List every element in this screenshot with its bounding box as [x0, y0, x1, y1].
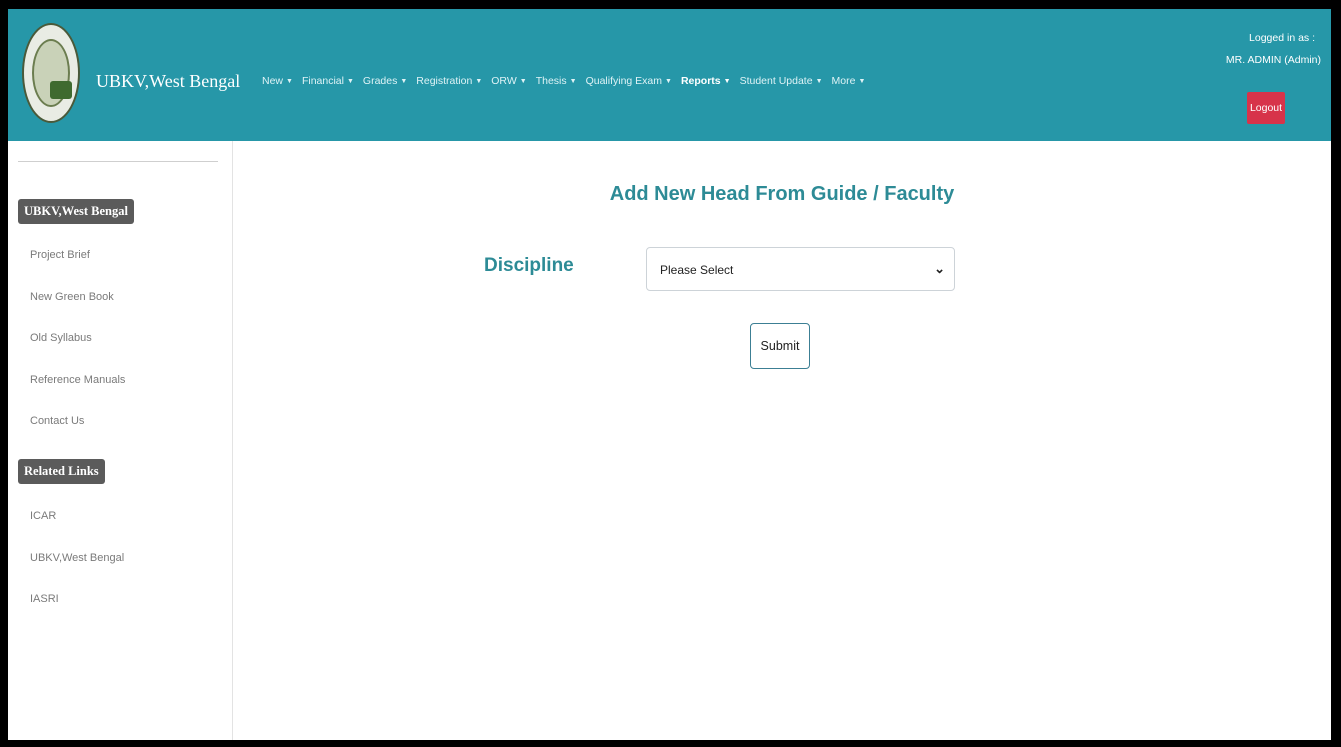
user-name: MR. ADMIN (Admin) [1225, 54, 1321, 66]
dropdown-caret-icon: ▼ [723, 78, 731, 85]
dropdown-caret-icon: ▼ [346, 78, 354, 85]
university-logo[interactable] [22, 23, 80, 123]
discipline-label: Discipline [484, 255, 574, 276]
logo-emblem [32, 39, 72, 107]
dropdown-caret-icon: ▼ [815, 78, 823, 85]
user-info: Logged in as : MR. ADMIN (Admin) [1226, 31, 1321, 67]
sidebar-item-ubkv[interactable]: UBKV,West Bengal [30, 552, 124, 564]
sidebar-divider [18, 161, 218, 162]
discipline-select-value: Please Select [660, 263, 734, 277]
logged-in-label: Logged in as : [1249, 32, 1315, 44]
nav-item-new[interactable]: New ▼ [262, 75, 293, 87]
sidebar-item-new-green-book[interactable]: New Green Book [30, 291, 114, 303]
nav-item-registration[interactable]: Registration ▼ [416, 75, 482, 87]
nav-item-qualifying-exam[interactable]: Qualifying Exam ▼ [586, 75, 672, 87]
sidebar-heading-ubkv: UBKV,West Bengal [18, 199, 134, 224]
discipline-select[interactable]: Please Select ⌄ [646, 247, 955, 291]
sidebar-heading-related-links: Related Links [18, 459, 105, 484]
sidebar-item-project-brief[interactable]: Project Brief [30, 249, 90, 261]
dropdown-caret-icon: ▼ [858, 78, 866, 85]
sidebar-item-reference-manuals[interactable]: Reference Manuals [30, 374, 125, 386]
chevron-down-icon: ⌄ [934, 261, 945, 276]
page-title: Add New Head From Guide / Faculty [609, 183, 955, 205]
dropdown-caret-icon: ▼ [569, 78, 577, 85]
main-content: Add New Head From Guide / Faculty Discip… [233, 141, 1331, 740]
dropdown-caret-icon: ▼ [665, 78, 672, 85]
dropdown-caret-icon: ▼ [400, 78, 408, 85]
sidebar: UBKV,West Bengal Project Brief New Green… [8, 141, 233, 740]
nav-item-reports[interactable]: Reports ▼ [681, 75, 731, 87]
main-nav: New ▼ Financial ▼ Grades ▼ Registration ▼ OR… [262, 75, 865, 87]
nav-item-grades[interactable]: Grades ▼ [363, 75, 407, 87]
app-window: UBKV,West Bengal New ▼ Financial ▼ Grades ▼… [8, 9, 1331, 740]
nav-item-thesis[interactable]: Thesis ▼ [536, 75, 577, 87]
sidebar-item-contact-us[interactable]: Contact Us [30, 415, 84, 427]
sidebar-item-icar[interactable]: ICAR [30, 510, 56, 522]
logout-button[interactable]: Logout [1247, 92, 1285, 124]
logo-mark [50, 81, 72, 99]
nav-item-more[interactable]: More ▼ [832, 75, 866, 87]
submit-button[interactable]: Submit [750, 323, 810, 369]
brand-name[interactable]: UBKV,West Bengal [96, 71, 240, 92]
top-header: UBKV,West Bengal New ▼ Financial ▼ Grades ▼… [8, 9, 1331, 141]
dropdown-caret-icon: ▼ [286, 78, 293, 85]
nav-item-student-update[interactable]: Student Update ▼ [740, 75, 823, 87]
nav-item-orw[interactable]: ORW ▼ [491, 75, 526, 87]
sidebar-item-old-syllabus[interactable]: Old Syllabus [30, 332, 92, 344]
dropdown-caret-icon: ▼ [519, 78, 527, 85]
nav-item-financial[interactable]: Financial ▼ [302, 75, 354, 87]
dropdown-caret-icon: ▼ [475, 78, 483, 85]
sidebar-item-iasri[interactable]: IASRI [30, 593, 59, 605]
